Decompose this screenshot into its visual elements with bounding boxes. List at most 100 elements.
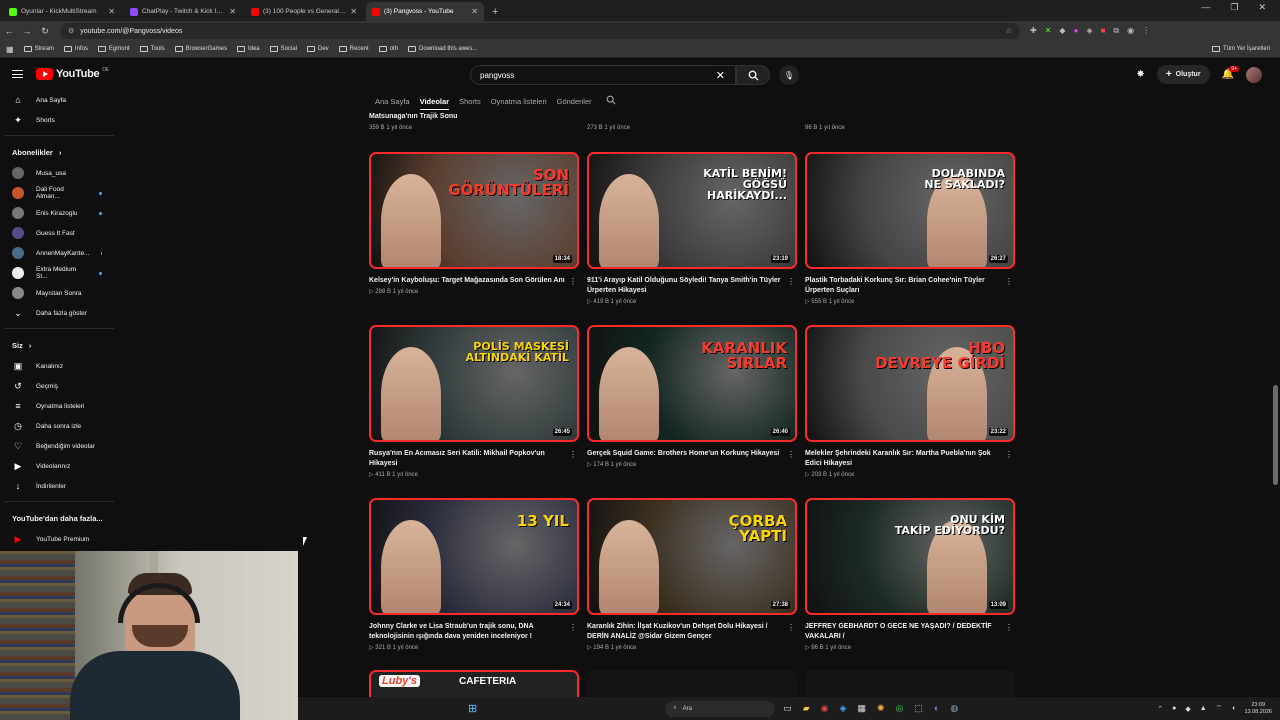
volume-icon[interactable]: ◖ — [1231, 705, 1235, 712]
video-thumbnail[interactable]: HBO DEVREYE GİRDİ 23:22 — [805, 325, 1015, 442]
sidebar-item-subscription[interactable]: AnnenMayKante... — [0, 243, 118, 263]
site-info-icon[interactable]: ⚙ — [68, 27, 74, 35]
video-card[interactable]: POLİS MASKESİ ALTINDAKİ KATİL 26:45 Rusya'… — [369, 325, 579, 478]
account-avatar[interactable] — [1246, 66, 1262, 83]
video-card[interactable]: 13 YIL 24:34 Johnny Clarke ve Lisa Straub'… — [369, 498, 579, 651]
bookmark-item[interactable]: Idea — [236, 46, 260, 52]
sidebar-item-home[interactable]: ⌂ Ana Sayfa — [0, 90, 118, 110]
bookmark-item[interactable]: Download this awes... — [408, 46, 477, 52]
video-thumbnail[interactable]: 13 YIL 24:34 — [369, 498, 579, 615]
video-card[interactable]: ÇORBA YAPTI 27:38 Karanlık Zihin: İlşat Ku… — [587, 498, 797, 651]
all-bookmarks[interactable]: Tüm Yer İşaretleri — [1211, 46, 1270, 52]
search-input[interactable]: pangvoss ✕ — [470, 65, 736, 85]
sidebar-item-subscription[interactable]: Guess It Fast — [0, 223, 118, 243]
sidebar-item-subscription[interactable]: Mayıstan Sonra — [0, 283, 118, 303]
reload-icon[interactable]: ↻ — [36, 26, 54, 37]
video-thumbnail[interactable]: SON GÖRÜNTÜLERİ 18:34 — [369, 152, 579, 269]
search-button[interactable] — [736, 65, 770, 85]
file-explorer-icon[interactable]: ▰ — [803, 703, 810, 714]
sidebar-item-shorts[interactable]: ✦ Shorts — [0, 110, 118, 130]
video-thumbnail[interactable]: POLİS MASKESİ ALTINDAKİ KATİL 26:45 — [369, 325, 579, 442]
tab-gönderiler[interactable]: Gönderiler — [557, 97, 592, 106]
sidebar-item-subscription[interactable]: Enis Kirazoglu — [0, 203, 118, 223]
bookmark-item[interactable]: Tools — [139, 46, 165, 52]
tray-app-icon[interactable]: ▲ — [1200, 705, 1207, 712]
tab-close-icon[interactable]: ✕ — [229, 7, 236, 16]
video-card[interactable]: DOLABINDA NE SAKLADI? 26:27 Plastik Torbad… — [805, 152, 1015, 305]
video-thumbnail[interactable]: KATİL BENİM! GÖĞSÜ HARİKAYDI... 23:19 — [587, 152, 797, 269]
browser-tab[interactable]: (3) Pangvoss - YouTube ✕ — [366, 2, 484, 21]
cast-icon[interactable]: ✸ — [1136, 69, 1144, 80]
video-title[interactable]: Rusya'nın En Acımasız Seri Katili: Mikha… — [369, 449, 565, 469]
sidebar-item-your-channel[interactable]: ▣ Kanalınız — [0, 356, 118, 376]
bookmark-item[interactable]: Stream — [23, 46, 54, 52]
video-card-partial[interactable]: 273 B 1 yıl önce — [587, 113, 787, 131]
video-title[interactable]: JEFFREY GEBHARDT O GECE NE YAŞADI? / DED… — [805, 622, 1001, 642]
more-options-icon[interactable]: ⋮ — [787, 277, 795, 286]
extension-icon[interactable]: ◆ — [1059, 26, 1065, 36]
sidebar-item-subscription[interactable]: Dali Food Alman... — [0, 183, 118, 203]
video-card-partial[interactable]: Matsunaga'nın Trajik Sonu 359 B 1 yıl önc… — [369, 113, 569, 131]
sidebar-item-playlists[interactable]: ≡ Oynatma listeleri — [0, 396, 118, 416]
notifications-bell-icon[interactable]: 🔔 9+ — [1222, 66, 1239, 80]
video-card[interactable]: HBO DEVREYE GİRDİ 23:22 Melekler Şehrindek… — [805, 325, 1015, 478]
more-options-icon[interactable]: ⋮ — [569, 277, 577, 286]
apps-icon[interactable]: ▦ — [6, 45, 14, 54]
menu-hamburger-icon[interactable] — [12, 70, 23, 78]
steam-icon[interactable]: ◍ — [950, 703, 958, 714]
tray-app-icon[interactable]: ● — [1172, 705, 1176, 712]
more-options-icon[interactable]: ⋮ — [787, 623, 795, 632]
subscriptions-header[interactable]: Abonelikler › — [0, 141, 118, 163]
bookmark-item[interactable]: Social — [269, 46, 297, 52]
maximize-icon[interactable]: ❐ — [1230, 2, 1238, 13]
new-tab-icon[interactable]: + — [492, 6, 498, 18]
sidebar-item-liked-videos[interactable]: ♡ Beğendiğim videolar — [0, 436, 118, 456]
tab-ana-sayfa[interactable]: Ana Sayfa — [375, 97, 410, 106]
bookmark-item[interactable]: Infos — [63, 46, 88, 52]
tab-videolar[interactable]: Videolar — [419, 97, 450, 110]
video-title[interactable]: Plastik Torbadaki Korkunç Sır: Brian Coh… — [805, 276, 1001, 296]
more-options-icon[interactable]: ⋮ — [1005, 277, 1013, 286]
forward-icon[interactable]: → — [18, 26, 36, 36]
close-window-icon[interactable]: ✕ — [1258, 2, 1266, 13]
you-header[interactable]: Siz › — [0, 334, 118, 356]
taskbar-clock[interactable]: 23:09 13.08.2026 — [1244, 702, 1272, 716]
more-options-icon[interactable]: ⋮ — [787, 450, 795, 459]
back-icon[interactable]: ← — [0, 26, 18, 36]
browser-menu-icon[interactable]: ⋮ — [1142, 26, 1150, 36]
sidebar-item-premium[interactable]: ▶ YouTube Premium — [0, 529, 118, 549]
more-options-icon[interactable]: ⋮ — [1005, 623, 1013, 632]
chrome-icon[interactable]: ◎ — [896, 703, 904, 714]
app-icon[interactable]: ◈ — [840, 703, 847, 714]
sidebar-item-subscription[interactable]: Musa_usa — [0, 163, 118, 183]
extension-icon[interactable]: ✕ — [1045, 26, 1052, 36]
windows-start-icon[interactable]: ⊞ — [468, 702, 477, 715]
video-title[interactable]: Johnny Clarke ve Lisa Straub'un trajik s… — [369, 622, 565, 642]
show-more-button[interactable]: ⌄ Daha fazla göster — [0, 303, 118, 323]
video-card-partial[interactable]: 96 B 1 yıl önce — [805, 113, 1005, 131]
page-scrollbar[interactable] — [1273, 385, 1278, 485]
extensions-puzzle-icon[interactable]: ⧉ — [1113, 26, 1119, 36]
video-title[interactable]: Melekler Şehrindeki Karanlık Sır: Martha… — [805, 449, 1001, 469]
browser-tab[interactable]: ChatPlay - Twitch & Kick İzleyici ✕ — [124, 2, 242, 21]
app-icon[interactable]: ▦ — [857, 703, 866, 714]
video-card[interactable]: KARANLIK SIRLAR 26:40 Gerçek Squid Game: B… — [587, 325, 797, 468]
taskbar-search[interactable]: ⌕ Ara — [665, 700, 776, 717]
address-bar[interactable]: ⚙ youtube.com/@Pangvoss/videos ☆ — [60, 23, 1020, 39]
extension-icon[interactable]: ✚ — [1030, 26, 1037, 36]
voice-search-icon[interactable]: 🎙 — [779, 65, 799, 85]
sidebar-item-history[interactable]: ↺ Geçmiş — [0, 376, 118, 396]
tab-shorts[interactable]: Shorts — [459, 97, 481, 106]
tab-close-icon[interactable]: ✕ — [471, 7, 478, 16]
profile-avatar-icon[interactable]: ◉ — [1127, 26, 1134, 36]
video-thumbnail[interactable]: ÇORBA YAPTI 27:38 — [587, 498, 797, 615]
tab-close-icon[interactable]: ✕ — [108, 7, 115, 16]
bookmark-star-icon[interactable]: ☆ — [1006, 27, 1012, 35]
bookmark-item[interactable]: BrowserGames — [174, 46, 227, 52]
video-card[interactable]: SON GÖRÜNTÜLERİ 18:34 Kelsey'in Kayboluşu:… — [369, 152, 579, 295]
tab-oynatma-listeleri[interactable]: Oynatma listeleri — [491, 97, 547, 106]
create-button[interactable]: + Oluştur — [1156, 65, 1210, 84]
extension-icon[interactable]: ● — [1074, 26, 1079, 36]
app-icon[interactable]: ◐ — [934, 703, 939, 714]
extension-icon[interactable]: ■ — [1101, 26, 1106, 36]
